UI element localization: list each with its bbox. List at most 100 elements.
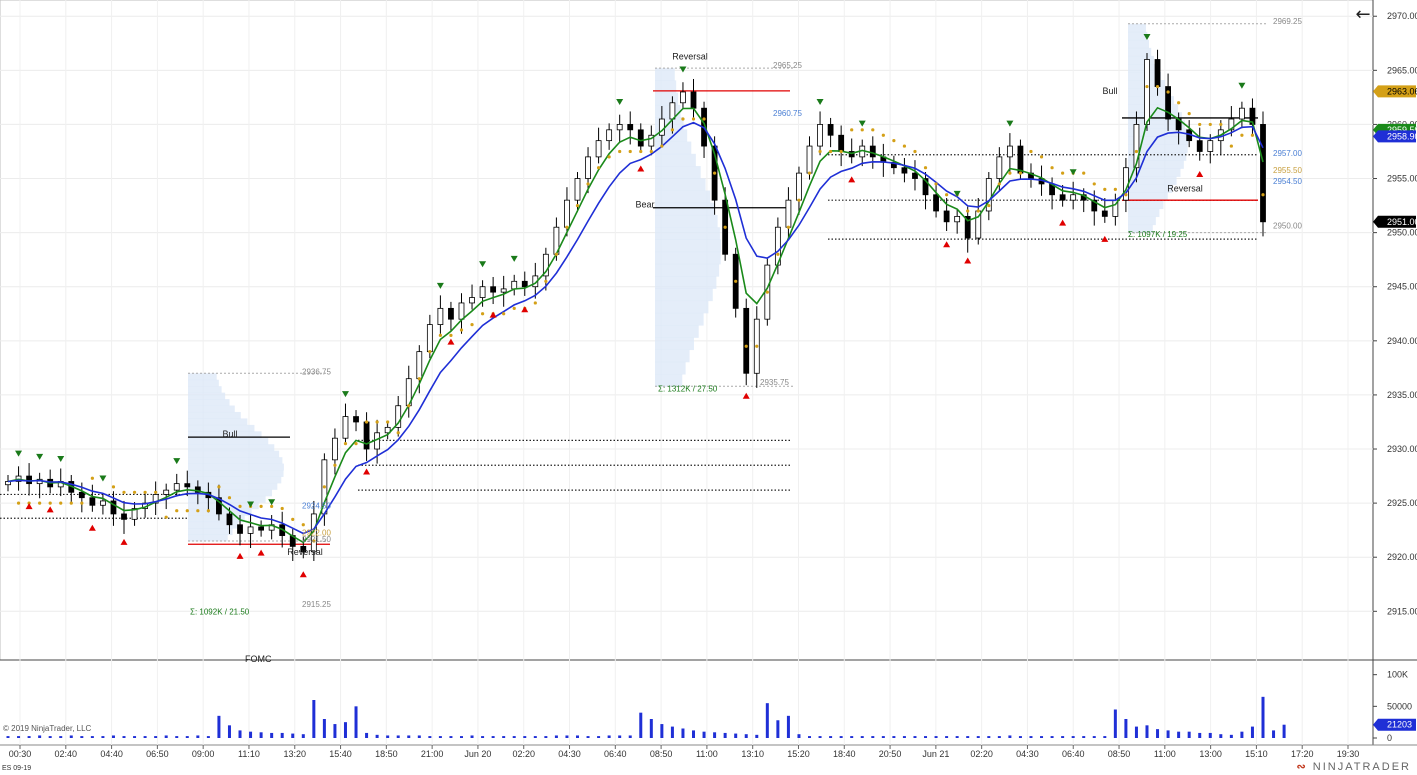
x-tick-label: 06:40 (1062, 749, 1085, 759)
profile-bar (188, 399, 230, 407)
psar-dot (575, 203, 580, 208)
candle-body (637, 129, 644, 147)
swing-low-marker (236, 552, 244, 559)
candle-body (954, 215, 961, 223)
profile-label: 2950.00 (1273, 221, 1302, 230)
psar-dot (1219, 122, 1223, 127)
volume-bar (924, 736, 928, 738)
volume-bar (27, 736, 31, 738)
candle-body (595, 140, 602, 158)
candle-body (416, 351, 423, 380)
psar-dot (459, 328, 464, 332)
profile-bar (655, 288, 713, 302)
volume-bar (575, 735, 579, 738)
volume-bar (1272, 730, 1276, 738)
psar-dot (185, 509, 189, 513)
candle (89, 484, 96, 512)
volume-bar (871, 736, 875, 738)
psar-dot (660, 144, 664, 148)
profile-bar (188, 411, 241, 419)
swing-low-marker (943, 241, 951, 248)
psar-dot (259, 504, 263, 508)
profile-bar (655, 178, 706, 192)
psar-dot (913, 149, 917, 154)
psar-dot (797, 198, 801, 202)
brand-text: NINJATRADER (1312, 761, 1411, 773)
swing-high-marker (679, 66, 687, 73)
candle-body (426, 324, 433, 353)
profile-bar (1128, 55, 1154, 65)
psar-dot (596, 166, 601, 170)
volume-bar (607, 735, 611, 738)
volume-bar (797, 734, 801, 738)
volume-bar (196, 735, 200, 738)
price-badge: 2963.06 (1373, 85, 1417, 98)
candle-body (1144, 59, 1150, 125)
candle-body (100, 500, 106, 506)
candle-body (458, 302, 465, 320)
candle (743, 298, 750, 386)
candle-body (1017, 145, 1024, 174)
volume-bar (955, 736, 959, 738)
psar-dot (196, 509, 200, 513)
brand-logo: ∾ NINJATRADER (1296, 761, 1411, 773)
price-chart[interactable]: 2915.00 2920.00 2925.00 2930.00 2935.00 2940.… (0, 0, 1417, 775)
swing-low-marker (88, 524, 96, 531)
psar-dot (1208, 122, 1212, 127)
profile-label: 2960.75 (773, 109, 802, 118)
volume-bar (1018, 736, 1022, 738)
profile-label: 2969.25 (1273, 17, 1302, 26)
candle-body (785, 199, 792, 228)
profile-bar (188, 386, 222, 394)
profile-label: 2965.25 (773, 61, 802, 70)
candle-body (173, 483, 180, 491)
volume-bar (565, 735, 569, 738)
psar-dot (1177, 101, 1181, 105)
profile-bar (188, 392, 226, 400)
psar-dot (818, 149, 822, 154)
arrow-left-icon[interactable]: ← (1352, 4, 1374, 26)
psar-dot (206, 509, 210, 513)
psar-dot (691, 117, 696, 121)
candle (785, 187, 792, 240)
psar-dot (881, 133, 885, 137)
volume-bar (512, 736, 516, 738)
volume-bar (502, 736, 506, 738)
profile-label: 2957.00 (1273, 149, 1302, 158)
x-tick-label: 06:40 (604, 749, 627, 759)
x-tick-label: 08:50 (650, 749, 673, 759)
profile-bar (188, 405, 235, 413)
swing-high-marker (510, 255, 518, 262)
swing-high-marker (341, 391, 349, 398)
psar-dot (702, 117, 706, 121)
volume-bar (713, 732, 717, 738)
y-tick-label: 2970.00 (1387, 11, 1417, 21)
psar-dot (59, 501, 63, 505)
volume-bar (1029, 736, 1033, 738)
psar-dot (1092, 182, 1096, 186)
psar-dot (850, 128, 854, 132)
volume-profile (655, 68, 721, 387)
volume-bar (1124, 719, 1128, 738)
volume-bar (217, 715, 221, 738)
psar-dot (417, 377, 421, 381)
candle-body (342, 416, 349, 439)
psar-dot (322, 485, 326, 489)
volume-bar (702, 731, 706, 738)
price-badge: 2951.00 (1373, 215, 1417, 228)
profile-bar (655, 276, 717, 289)
candle (500, 275, 507, 307)
candle (912, 160, 918, 191)
candle-body (669, 102, 676, 120)
candle (121, 500, 127, 534)
psar-dot (227, 496, 232, 500)
volume-bar (1198, 732, 1202, 738)
profile-bar (1128, 168, 1181, 177)
candle-body (490, 286, 497, 293)
candle-body (121, 513, 127, 520)
psar-dot (1134, 149, 1139, 154)
volume-bar (1008, 735, 1012, 738)
x-tick-label: 18:40 (833, 749, 856, 759)
psar-dot (143, 490, 147, 494)
psar-dot (618, 149, 622, 154)
